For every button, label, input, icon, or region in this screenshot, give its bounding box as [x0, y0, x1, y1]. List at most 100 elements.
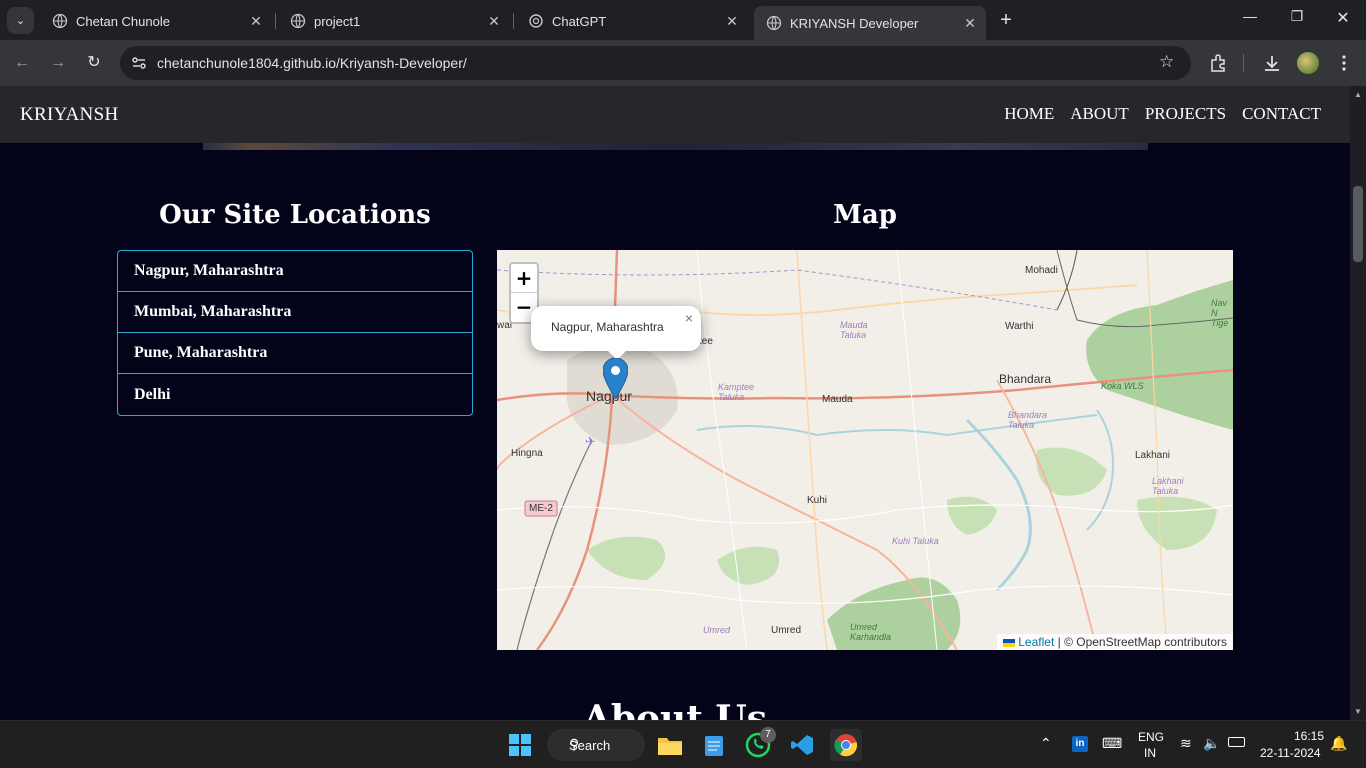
battery-icon[interactable] [1228, 737, 1245, 747]
scroll-down-icon[interactable]: ▼ [1353, 707, 1363, 716]
notepad-icon[interactable] [698, 729, 730, 761]
map-label-lakhani-taluka: Lakhani Taluka [1152, 476, 1184, 496]
ukraine-flag-icon [1002, 638, 1015, 647]
close-tab-icon[interactable]: ✕ [246, 13, 266, 30]
popup-close-icon[interactable]: × [685, 310, 693, 326]
windows-taskbar: ⚲ Search 7 ⌃ in ⌨ ENG IN ≋ 🔈 16:15 22-11… [0, 720, 1366, 768]
file-explorer-icon[interactable] [654, 729, 686, 761]
map-popup: Nagpur, Maharashtra × [531, 306, 701, 360]
site-navbar: KRIYANSH HOME ABOUT PROJECTS CONTACT [0, 86, 1350, 143]
nav-home[interactable]: HOME [1004, 104, 1054, 124]
chatgpt-icon [528, 13, 544, 29]
site-brand[interactable]: KRIYANSH [20, 104, 118, 126]
map-label-kuhi: Kuhi [807, 495, 828, 506]
popup-text: Nagpur, Maharashtra [551, 320, 664, 334]
tray-overflow-icon[interactable]: ⌃ [1040, 735, 1052, 752]
site-info-icon[interactable] [130, 54, 148, 72]
language-indicator[interactable]: ENG [1138, 730, 1164, 744]
address-bar[interactable]: chetanchunole1804.github.io/Kriyansh-Dev… [120, 46, 1191, 80]
map-heading: Map [833, 200, 897, 230]
map-label-warthi: Warthi [1005, 321, 1034, 332]
keyboard-icon[interactable]: ⌨ [1102, 735, 1122, 752]
map-marker-icon[interactable] [602, 357, 629, 404]
map-label-umred-karhandla: Umred Karhandla [850, 622, 892, 642]
clock-time[interactable]: 16:15 [1294, 729, 1324, 743]
chrome-icon[interactable] [830, 729, 862, 761]
region-indicator[interactable]: IN [1144, 746, 1156, 760]
scroll-up-icon[interactable]: ▲ [1353, 90, 1363, 99]
url-host: chetanchunole1804.github.io [157, 55, 337, 71]
location-item-nagpur[interactable]: Nagpur, Maharashtra [118, 251, 472, 292]
map-label-me2: ME-2 [529, 503, 553, 514]
location-item-mumbai[interactable]: Mumbai, Maharashtra [118, 292, 472, 333]
zoom-in-button[interactable]: + [511, 264, 537, 293]
extensions-icon[interactable] [1207, 52, 1229, 74]
new-tab-button[interactable]: + [996, 10, 1016, 30]
tab-chatgpt[interactable]: ChatGPT ✕ [516, 6, 748, 36]
map-label-mauda-taluka: Mauda Taluka [840, 320, 868, 340]
map-label-bhandara: Bhandara [999, 372, 1052, 386]
volume-icon[interactable]: 🔈 [1203, 735, 1220, 752]
close-window-icon[interactable]: ✕ [1323, 8, 1363, 28]
minimize-icon[interactable]: — [1230, 8, 1270, 24]
leaflet-link[interactable]: Leaflet [1018, 635, 1054, 649]
tab-chetan-chunole[interactable]: Chetan Chunole ✕ [40, 6, 272, 36]
whatsapp-badge: 7 [760, 727, 776, 743]
notification-bell-icon[interactable]: 🔔 [1330, 735, 1347, 752]
leaflet-map[interactable]: ✈ Nagpur Bhandara Mohadi Warthi Mauda Ma… [497, 250, 1233, 650]
windows-start-icon[interactable] [504, 729, 536, 761]
close-tab-icon[interactable]: ✕ [484, 13, 504, 30]
download-icon[interactable] [1261, 52, 1283, 74]
tab-separator [513, 13, 514, 29]
profile-avatar[interactable] [1297, 52, 1319, 74]
about-us-heading: About Us [582, 698, 768, 720]
tab-title: project1 [314, 13, 361, 29]
locations-heading: Our Site Locations [159, 200, 431, 230]
tab-title: ChatGPT [552, 13, 607, 29]
nav-projects[interactable]: PROJECTS [1145, 104, 1226, 124]
browser-tab-bar: ⌄ Chetan Chunole ✕ project1 ✕ ChatGPT ✕ … [0, 0, 1366, 40]
page-scrollbar[interactable]: ▲ ▼ [1350, 86, 1366, 720]
page-viewport: KRIYANSH HOME ABOUT PROJECTS CONTACT Our… [0, 86, 1350, 720]
location-item-pune[interactable]: Pune, Maharashtra [118, 333, 472, 374]
reload-icon[interactable]: ↻ [83, 52, 105, 74]
tab-title: KRIYANSH Developer [790, 15, 919, 31]
nav-about[interactable]: ABOUT [1070, 104, 1129, 124]
restore-icon[interactable]: ❐ [1277, 8, 1317, 25]
url-path: /Kriyansh-Developer/ [336, 55, 467, 71]
tab-project1[interactable]: project1 ✕ [278, 6, 510, 36]
url-text: chetanchunole1804.github.io/Kriyansh-Dev… [157, 55, 467, 71]
nav-contact[interactable]: CONTACT [1242, 104, 1321, 124]
vscode-icon[interactable] [786, 729, 818, 761]
linkedin-icon[interactable]: in [1072, 736, 1088, 752]
map-label-mauda: Mauda [822, 394, 853, 405]
map-label-tee: tee [699, 336, 713, 347]
map-label-umred-italic: Umred [703, 625, 731, 635]
back-icon[interactable]: ← [11, 52, 33, 74]
globe-icon [290, 13, 306, 29]
taskbar-search[interactable]: ⚲ Search [547, 729, 645, 761]
close-tab-icon[interactable]: ✕ [960, 15, 980, 32]
wifi-icon[interactable]: ≋ [1180, 735, 1192, 752]
forward-icon[interactable]: → [47, 52, 69, 74]
location-item-delhi[interactable]: Delhi [118, 374, 472, 415]
locations-list: Nagpur, Maharashtra Mumbai, Maharashtra … [117, 250, 473, 416]
scrollbar-thumb[interactable] [1353, 186, 1363, 262]
close-tab-icon[interactable]: ✕ [722, 13, 742, 30]
map-label-mohadi: Mohadi [1025, 265, 1058, 276]
tab-separator [275, 13, 276, 29]
tab-kriyansh-developer[interactable]: KRIYANSH Developer ✕ [754, 6, 986, 40]
tab-search-button[interactable]: ⌄ [7, 7, 34, 34]
clock-date[interactable]: 22-11-2024 [1260, 746, 1321, 760]
nav-links: HOME ABOUT PROJECTS CONTACT [1004, 104, 1321, 124]
browser-toolbar: ← → ↻ chetanchunole1804.github.io/Kriyan… [0, 40, 1366, 86]
bookmark-star-icon[interactable]: ☆ [1159, 52, 1179, 72]
svg-text:✈: ✈ [585, 434, 596, 449]
osm-attribution: | © OpenStreetMap contributors [1057, 635, 1227, 649]
map-label-koka-wls: Koka WLS [1101, 381, 1144, 391]
whatsapp-icon[interactable]: 7 [742, 727, 776, 761]
globe-icon [766, 15, 782, 31]
hero-image-edge [203, 143, 1148, 150]
menu-icon[interactable] [1333, 52, 1355, 74]
globe-icon [52, 13, 68, 29]
